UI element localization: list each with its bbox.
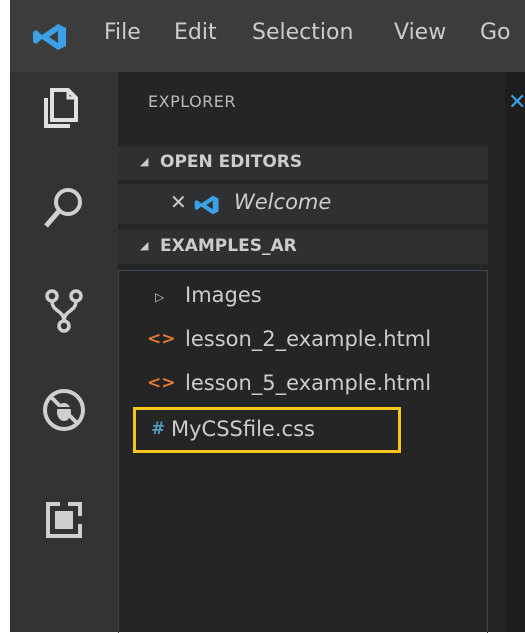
menu-go[interactable]: Go [480, 20, 511, 45]
menu-selection[interactable]: Selection [252, 20, 353, 45]
open-editor-label: Welcome [234, 190, 332, 214]
tree-item-images[interactable]: ▷ Images [119, 277, 487, 317]
title-bar: File Edit Selection View Go [10, 0, 525, 72]
tree-item-label: lesson_2_example.html [185, 327, 432, 351]
html-file-icon: <> [147, 373, 176, 393]
tree-item-label: lesson_5_example.html [185, 371, 432, 395]
folder-title: EXAMPLES_AR [160, 236, 297, 256]
menu-file[interactable]: File [104, 20, 141, 45]
highlight-box [133, 407, 401, 453]
chevron-down-icon: ◢ [140, 155, 149, 168]
open-editor-welcome[interactable]: ✕ Welcome [118, 184, 488, 224]
vscode-logo-icon [194, 195, 219, 215]
activity-bar [10, 72, 118, 632]
explorer-icon[interactable] [40, 84, 88, 132]
menu-view[interactable]: View [394, 20, 446, 45]
vscode-logo-icon [33, 24, 66, 50]
chevron-right-icon: ▷ [155, 290, 165, 304]
debug-icon[interactable] [40, 386, 88, 434]
open-editors-title: OPEN EDITORS [160, 152, 303, 172]
chevron-down-icon: ◢ [140, 239, 149, 252]
editor-area [506, 72, 525, 632]
extensions-icon[interactable] [40, 496, 88, 544]
source-control-icon[interactable] [40, 286, 88, 334]
search-icon[interactable] [40, 184, 88, 232]
html-file-icon: <> [147, 329, 176, 349]
folder-header[interactable]: ◢ EXAMPLES_AR [118, 230, 488, 264]
explorer-title: EXPLORER [148, 92, 236, 111]
tree-item-lesson-2[interactable]: <> lesson_2_example.html [119, 321, 487, 361]
close-icon[interactable]: ✕ [170, 190, 187, 214]
tree-item-lesson-5[interactable]: <> lesson_5_example.html [119, 365, 487, 405]
open-editors-header[interactable]: ◢ OPEN EDITORS [118, 146, 488, 180]
menu-edit[interactable]: Edit [174, 20, 217, 45]
tree-item-label: Images [185, 283, 262, 307]
editor-tab-close-icon[interactable]: ✕ [508, 90, 525, 115]
